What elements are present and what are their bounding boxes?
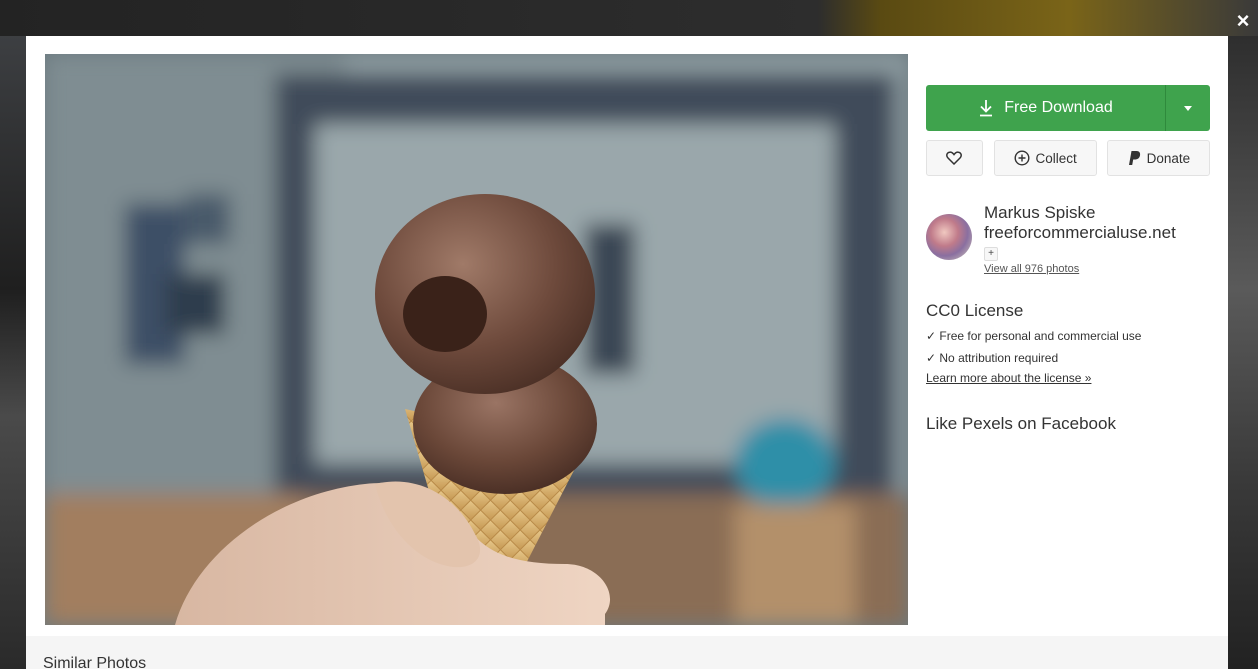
action-row: Collect Donate	[926, 140, 1211, 176]
license-learn-more-link[interactable]: Learn more about the license »	[926, 371, 1210, 385]
similar-photos-section: Similar Photos	[26, 636, 1228, 669]
avatar[interactable]	[926, 214, 972, 260]
similar-photos-title: Similar Photos	[43, 655, 147, 669]
author-info: Markus Spiske freeforcommercialuse.net +…	[984, 203, 1176, 275]
license-item: ✓ Free for personal and commercial use	[926, 329, 1142, 343]
caret-down-icon	[1184, 105, 1192, 111]
author-website[interactable]: freeforcommercialuse.net	[984, 223, 1176, 243]
heart-icon	[946, 151, 963, 165]
photo-modal: Free Download Collect Donate Markus Spis…	[26, 36, 1228, 669]
download-group: Free Download	[926, 85, 1210, 131]
ice-cream-photo-illustration	[45, 54, 908, 625]
license-item: ✓ No attribution required	[926, 351, 1059, 365]
paypal-icon	[1128, 151, 1140, 165]
free-download-button[interactable]: Free Download	[926, 85, 1166, 131]
like-button[interactable]	[926, 140, 983, 176]
backdrop-right	[1228, 36, 1258, 669]
author-name[interactable]: Markus Spiske	[984, 203, 1176, 223]
license-title: CC0 License	[926, 301, 1024, 320]
download-label: Free Download	[1004, 99, 1113, 116]
collect-label: Collect	[1035, 150, 1077, 166]
backdrop-left	[0, 36, 26, 669]
follow-button[interactable]: +	[984, 247, 998, 261]
view-all-photos-link[interactable]: View all 976 photos	[984, 263, 1176, 275]
facebook-like-title: Like Pexels on Facebook	[926, 414, 1116, 433]
plus-circle-icon	[1014, 150, 1030, 166]
collect-button[interactable]: Collect	[993, 140, 1097, 176]
author-block: Markus Spiske freeforcommercialuse.net +…	[926, 203, 1210, 275]
donate-button[interactable]: Donate	[1106, 140, 1211, 176]
download-options-button[interactable]	[1166, 85, 1210, 131]
backdrop-top	[0, 0, 1258, 36]
download-icon	[980, 100, 993, 117]
main-photo[interactable]	[45, 54, 908, 625]
donate-label: Donate	[1146, 150, 1191, 166]
close-icon[interactable]: ×	[1232, 10, 1254, 32]
sidebar: Free Download Collect Donate Markus Spis…	[926, 85, 1211, 434]
